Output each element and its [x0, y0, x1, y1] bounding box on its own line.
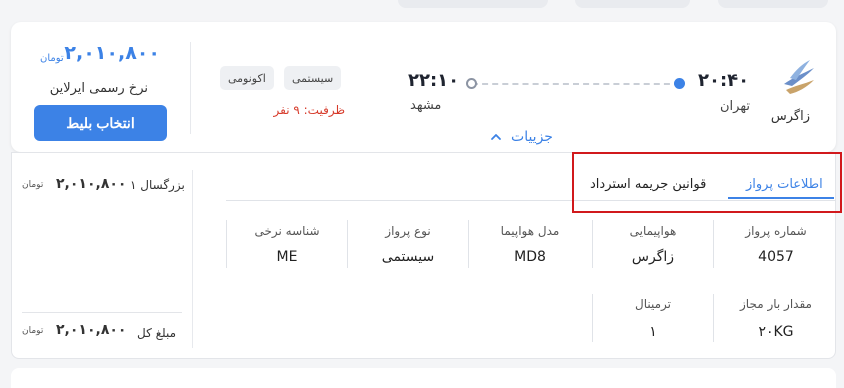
- info-value-fare-id: ME: [276, 249, 298, 265]
- passenger-price: ۲,۰۱۰,۸۰۰: [56, 176, 127, 192]
- total-price: ۲,۰۱۰,۸۰۰: [56, 322, 127, 338]
- flight-type-badge: سیستمی: [284, 66, 342, 90]
- next-card-edge: [11, 368, 836, 388]
- capacity-text: ظرفیت: ۹ نفر: [273, 103, 345, 117]
- price-currency: تومان: [40, 53, 64, 64]
- card-divider: [190, 42, 191, 134]
- fare-type: نرخ رسمی ایرلاین: [49, 81, 148, 96]
- info-label-flight-type: نوع پرواز: [385, 224, 431, 238]
- arrival-city: مشهد: [410, 98, 442, 113]
- info-label-terminal: ترمینال: [634, 297, 671, 311]
- departure-time: ۲۰:۴۰: [698, 70, 750, 91]
- column-separator: [226, 220, 227, 268]
- background-tab: [575, 0, 690, 8]
- route-line: [472, 83, 680, 85]
- tabs-highlight-box: [572, 152, 842, 213]
- column-separator: [347, 220, 348, 268]
- destination-dot-icon: [466, 78, 477, 89]
- details-toggle[interactable]: جزییات: [462, 122, 580, 152]
- summary-separator: [22, 312, 182, 313]
- price-amount: ۲,۰۱۰,۸۰۰: [64, 42, 160, 64]
- info-value-flight-type: سیستمی: [381, 249, 435, 265]
- chevron-up-icon: [491, 134, 501, 140]
- info-value-airline: زاگرس: [631, 249, 675, 265]
- info-label-flight-number: شماره پرواز: [745, 224, 807, 238]
- info-value-aircraft-model: MD8: [514, 249, 546, 265]
- airline-name: زاگرس: [770, 109, 810, 124]
- info-label-aircraft-model: مدل هواپیما: [500, 224, 560, 238]
- info-label-baggage: مقدار بار مجاز: [740, 297, 812, 311]
- info-value-baggage: ۲۰KG: [758, 324, 794, 340]
- summary-divider: [192, 170, 193, 348]
- info-value-flight-number: 4057: [758, 249, 794, 265]
- details-toggle-label: جزییات: [511, 129, 553, 145]
- column-separator: [592, 294, 593, 342]
- zagros-logo-icon: [784, 60, 814, 94]
- select-ticket-button[interactable]: انتخاب بلیط: [34, 105, 167, 141]
- info-label-fare-id: شناسه نرخی: [254, 224, 320, 238]
- column-separator: [713, 294, 714, 342]
- total-label: مبلغ کل: [137, 326, 177, 340]
- passenger-count: ۱ بزرگسال: [130, 178, 185, 192]
- column-separator: [713, 220, 714, 268]
- departure-city: تهران: [720, 99, 750, 114]
- column-separator: [468, 220, 469, 268]
- total-price-currency: تومان: [22, 326, 44, 336]
- passenger-price-currency: تومان: [22, 180, 44, 190]
- info-label-airline: هواپیمایی: [629, 224, 677, 238]
- info-value-terminal: ۱: [649, 324, 657, 340]
- cabin-class-badge: اکونومی: [220, 66, 274, 90]
- background-tab: [398, 0, 548, 8]
- origin-dot-icon: [674, 78, 685, 89]
- column-separator: [592, 220, 593, 268]
- arrival-time: ۲۲:۱۰: [408, 70, 460, 91]
- background-tab: [718, 0, 828, 8]
